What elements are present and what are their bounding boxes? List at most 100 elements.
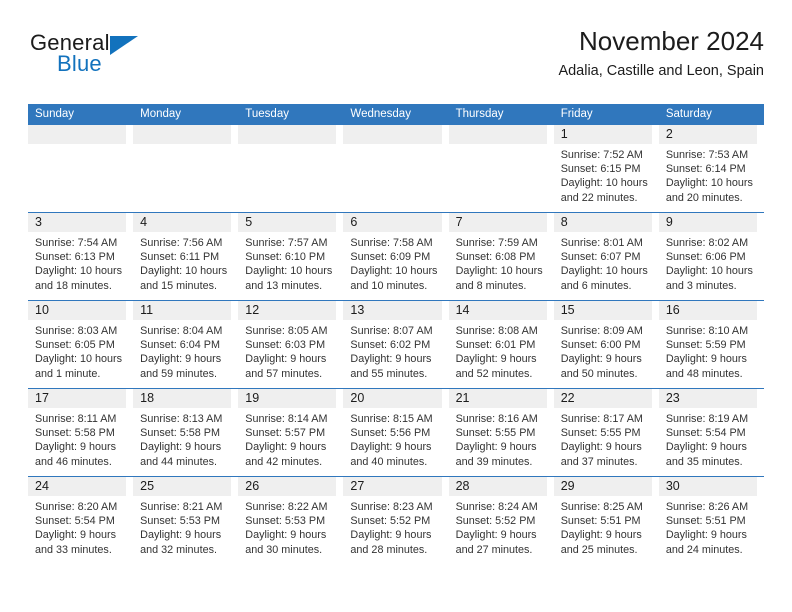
sunset-text: Sunset: 6:11 PM bbox=[140, 251, 220, 264]
sunrise-text: Sunrise: 8:15 AM bbox=[350, 413, 433, 425]
day-number: 16 bbox=[665, 303, 680, 317]
day-number-band: 12 bbox=[238, 301, 337, 320]
calendar-day-cell[interactable]: 17 Sunrise: 8:11 AM Sunset: 5:58 PM Dayligh… bbox=[28, 389, 133, 476]
calendar-day-cell[interactable]: 30 Sunrise: 8:26 AM Sunset: 5:51 PM Dayligh… bbox=[658, 477, 764, 564]
calendar-cell-inner: 4 Sunrise: 7:56 AM Sunset: 6:11 PM Daylight… bbox=[133, 213, 232, 300]
calendar-day-cell[interactable]: 7 Sunrise: 7:59 AM Sunset: 6:08 PM Daylight… bbox=[448, 213, 554, 300]
sunset-text: Sunset: 5:58 PM bbox=[140, 427, 220, 440]
calendar-week-row: 3 Sunrise: 7:54 AM Sunset: 6:13 PM Daylight… bbox=[28, 212, 764, 300]
sunset-text: Sunset: 6:01 PM bbox=[455, 339, 536, 352]
calendar-day-cell[interactable]: 8 Sunrise: 8:01 AM Sunset: 6:07 PM Daylight… bbox=[553, 213, 659, 300]
calendar-day-cell[interactable]: 15 Sunrise: 8:09 AM Sunset: 6:00 PM Dayligh… bbox=[553, 301, 659, 388]
sunset-text: Sunset: 5:51 PM bbox=[665, 515, 746, 528]
calendar-cell-empty bbox=[28, 125, 133, 212]
calendar-day-cell[interactable]: 12 Sunrise: 8:05 AM Sunset: 6:03 PM Dayligh… bbox=[238, 301, 343, 388]
daylight-text-line2: and 46 minutes. bbox=[35, 455, 112, 468]
calendar-day-cell[interactable]: 23 Sunrise: 8:19 AM Sunset: 5:54 PM Dayligh… bbox=[658, 389, 764, 476]
day-number-band: 9 bbox=[658, 213, 757, 232]
day-number: 12 bbox=[245, 303, 260, 317]
calendar-cell-inner: 7 Sunrise: 7:59 AM Sunset: 6:08 PM Daylight… bbox=[448, 213, 547, 300]
daylight-text-line2: and 32 minutes. bbox=[140, 543, 217, 556]
day-details: Sunrise: 8:16 AM Sunset: 5:55 PM Daylight:… bbox=[449, 408, 547, 469]
calendar-cell-inner: 5 Sunrise: 7:57 AM Sunset: 6:10 PM Daylight… bbox=[238, 213, 337, 300]
calendar-day-cell[interactable]: 19 Sunrise: 8:14 AM Sunset: 5:57 PM Dayligh… bbox=[238, 389, 343, 476]
calendar-week-row: 24 Sunrise: 8:20 AM Sunset: 5:54 PM Dayligh… bbox=[28, 476, 764, 564]
sunrise-text: Sunrise: 8:05 AM bbox=[245, 325, 328, 337]
calendar-day-cell[interactable]: 11 Sunrise: 8:04 AM Sunset: 6:04 PM Dayligh… bbox=[133, 301, 238, 388]
calendar-day-cell[interactable]: 27 Sunrise: 8:23 AM Sunset: 5:52 PM Dayligh… bbox=[343, 477, 448, 564]
sunset-text: Sunset: 5:52 PM bbox=[455, 515, 536, 528]
calendar-day-cell[interactable]: 29 Sunrise: 8:25 AM Sunset: 5:51 PM Dayligh… bbox=[553, 477, 659, 564]
day-number-band: 26 bbox=[238, 477, 337, 496]
sunset-text: Sunset: 6:09 PM bbox=[350, 251, 431, 264]
day-number: 5 bbox=[245, 215, 253, 229]
daylight-text-line1: Daylight: 9 hours bbox=[350, 529, 432, 542]
daylight-text-line2: and 48 minutes. bbox=[665, 367, 743, 380]
day-number-band: 8 bbox=[553, 213, 652, 232]
daylight-text-line1: Daylight: 10 hours bbox=[665, 265, 753, 278]
day-details: Sunrise: 8:05 AM Sunset: 6:03 PM Daylight:… bbox=[238, 320, 336, 381]
daylight-text-line1: Daylight: 10 hours bbox=[455, 265, 543, 278]
calendar-day-cell[interactable]: 13 Sunrise: 8:07 AM Sunset: 6:02 PM Dayligh… bbox=[343, 301, 448, 388]
calendar-day-cell[interactable]: 28 Sunrise: 8:24 AM Sunset: 5:52 PM Dayligh… bbox=[448, 477, 554, 564]
sunset-text: Sunset: 6:10 PM bbox=[245, 251, 326, 264]
daylight-text-line2: and 8 minutes. bbox=[455, 279, 527, 292]
calendar-day-cell[interactable]: 4 Sunrise: 7:56 AM Sunset: 6:11 PM Daylight… bbox=[133, 213, 238, 300]
day-details: Sunrise: 7:58 AM Sunset: 6:09 PM Daylight:… bbox=[343, 232, 441, 293]
calendar-day-cell[interactable]: 20 Sunrise: 8:15 AM Sunset: 5:56 PM Dayligh… bbox=[343, 389, 448, 476]
calendar-day-cell[interactable]: 3 Sunrise: 7:54 AM Sunset: 6:13 PM Daylight… bbox=[28, 213, 133, 300]
day-number-band bbox=[238, 125, 337, 144]
calendar-day-cell[interactable]: 22 Sunrise: 8:17 AM Sunset: 5:55 PM Dayligh… bbox=[553, 389, 659, 476]
daylight-text-line2: and 40 minutes. bbox=[350, 455, 428, 468]
page-subtitle: Adalia, Castille and Leon, Spain bbox=[558, 63, 764, 80]
calendar-day-cell[interactable]: 25 Sunrise: 8:21 AM Sunset: 5:53 PM Dayligh… bbox=[133, 477, 238, 564]
sunset-text: Sunset: 6:05 PM bbox=[35, 339, 115, 352]
brand-triangle-icon bbox=[110, 36, 138, 55]
daylight-text-line1: Daylight: 9 hours bbox=[140, 529, 222, 542]
day-details: Sunrise: 8:26 AM Sunset: 5:51 PM Daylight:… bbox=[659, 496, 757, 557]
daylight-text-line2: and 30 minutes. bbox=[245, 543, 323, 556]
sunset-text: Sunset: 6:00 PM bbox=[560, 339, 641, 352]
calendar-day-cell[interactable]: 16 Sunrise: 8:10 AM Sunset: 5:59 PM Dayligh… bbox=[658, 301, 764, 388]
calendar-cell-inner bbox=[238, 125, 337, 212]
calendar-day-cell[interactable]: 6 Sunrise: 7:58 AM Sunset: 6:09 PM Daylight… bbox=[343, 213, 448, 300]
brand-logo[interactable]: General Blue bbox=[28, 32, 228, 92]
day-details: Sunrise: 8:20 AM Sunset: 5:54 PM Daylight:… bbox=[28, 496, 126, 557]
day-of-week-header: Sunday Monday Tuesday Wednesday Thursday… bbox=[28, 104, 764, 125]
day-number-band bbox=[28, 125, 127, 144]
calendar-day-cell[interactable]: 5 Sunrise: 7:57 AM Sunset: 6:10 PM Daylight… bbox=[238, 213, 343, 300]
day-details: Sunrise: 8:03 AM Sunset: 6:05 PM Daylight:… bbox=[28, 320, 126, 381]
daylight-text-line2: and 15 minutes. bbox=[140, 279, 217, 292]
sunrise-text: Sunrise: 7:57 AM bbox=[245, 237, 328, 249]
calendar-day-cell[interactable]: 10 Sunrise: 8:03 AM Sunset: 6:05 PM Dayligh… bbox=[28, 301, 133, 388]
dow-monday: Monday bbox=[140, 108, 182, 120]
sunset-text: Sunset: 6:07 PM bbox=[560, 251, 641, 264]
daylight-text-line1: Daylight: 9 hours bbox=[350, 353, 432, 366]
sunrise-text: Sunrise: 8:17 AM bbox=[560, 413, 643, 425]
sunrise-text: Sunrise: 8:09 AM bbox=[560, 325, 643, 337]
calendar-cell-inner: 1 Sunrise: 7:52 AM Sunset: 6:15 PM Daylight… bbox=[553, 125, 652, 212]
calendar-day-cell[interactable]: 26 Sunrise: 8:22 AM Sunset: 5:53 PM Dayligh… bbox=[238, 477, 343, 564]
sunrise-text: Sunrise: 8:23 AM bbox=[350, 501, 433, 513]
daylight-text-line1: Daylight: 10 hours bbox=[140, 265, 228, 278]
calendar-day-cell[interactable]: 9 Sunrise: 8:02 AM Sunset: 6:06 PM Daylight… bbox=[658, 213, 764, 300]
calendar-cell-inner: 28 Sunrise: 8:24 AM Sunset: 5:52 PM Dayligh… bbox=[448, 477, 547, 564]
sunset-text: Sunset: 5:54 PM bbox=[665, 427, 746, 440]
calendar-day-cell[interactable]: 24 Sunrise: 8:20 AM Sunset: 5:54 PM Dayligh… bbox=[28, 477, 133, 564]
day-number: 24 bbox=[35, 479, 49, 493]
day-number: 17 bbox=[35, 391, 49, 405]
calendar-cell-empty bbox=[343, 125, 448, 212]
sunrise-text: Sunrise: 8:26 AM bbox=[665, 501, 749, 513]
daylight-text-line1: Daylight: 9 hours bbox=[140, 353, 222, 366]
daylight-text-line2: and 13 minutes. bbox=[245, 279, 323, 292]
day-details: Sunrise: 8:11 AM Sunset: 5:58 PM Daylight:… bbox=[28, 408, 126, 469]
brand-name-blue: Blue bbox=[57, 51, 102, 76]
daylight-text-line2: and 50 minutes. bbox=[560, 367, 638, 380]
calendar-day-cell[interactable]: 1 Sunrise: 7:52 AM Sunset: 6:15 PM Daylight… bbox=[553, 125, 659, 212]
calendar-day-cell[interactable]: 21 Sunrise: 8:16 AM Sunset: 5:55 PM Dayligh… bbox=[448, 389, 554, 476]
calendar-cell-inner: 12 Sunrise: 8:05 AM Sunset: 6:03 PM Dayligh… bbox=[238, 301, 337, 388]
calendar-day-cell[interactable]: 18 Sunrise: 8:13 AM Sunset: 5:58 PM Dayligh… bbox=[133, 389, 238, 476]
daylight-text-line2: and 28 minutes. bbox=[350, 543, 428, 556]
calendar-day-cell[interactable]: 2 Sunrise: 7:53 AM Sunset: 6:14 PM Daylight… bbox=[658, 125, 764, 212]
calendar-day-cell[interactable]: 14 Sunrise: 8:08 AM Sunset: 6:01 PM Dayligh… bbox=[448, 301, 554, 388]
